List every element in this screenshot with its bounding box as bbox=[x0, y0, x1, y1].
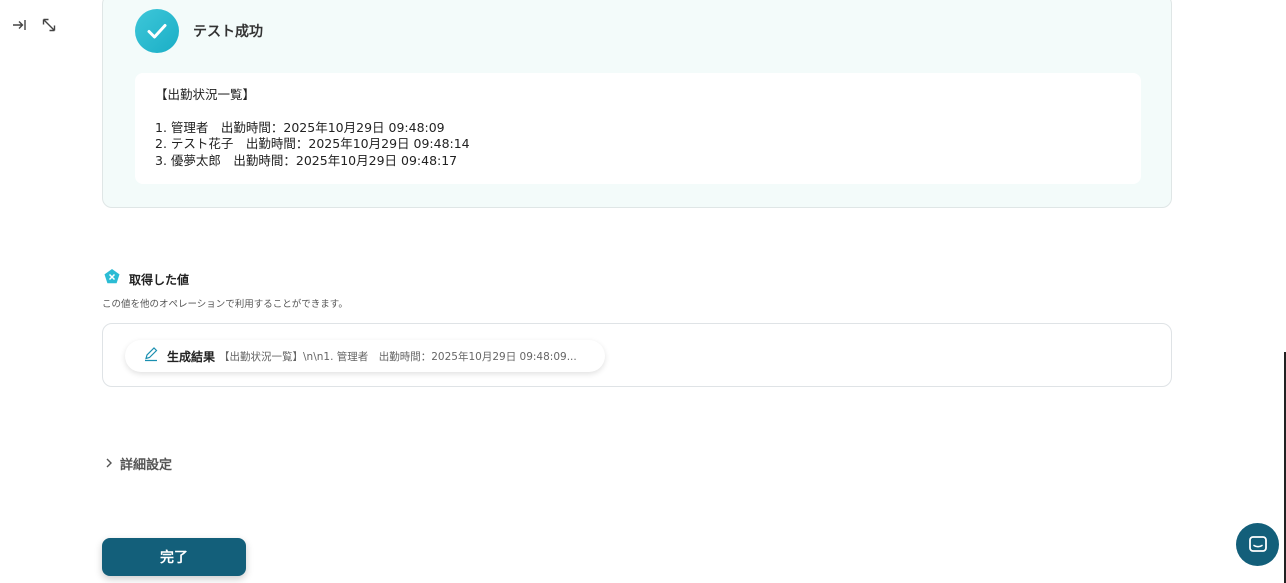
test-success-panel: テスト成功 【出勤状況一覧】 1. 管理者 出勤時間：2025年10月29日 0… bbox=[102, 0, 1172, 208]
value-chip-value: 【出勤状況一覧】\n\n1. 管理者 出勤時間：2025年10月29日 09:4… bbox=[219, 350, 577, 363]
top-toolbar bbox=[10, 16, 58, 34]
result-box: 【出勤状況一覧】 1. 管理者 出勤時間：2025年10月29日 09:48:0… bbox=[135, 73, 1141, 184]
pen-icon bbox=[143, 346, 159, 366]
value-chip[interactable]: 生成結果 【出勤状況一覧】\n\n1. 管理者 出勤時間：2025年10月29日… bbox=[125, 340, 605, 372]
result-line: 【出勤状況一覧】 bbox=[155, 87, 256, 102]
advanced-settings-toggle[interactable]: 詳細設定 bbox=[104, 454, 172, 473]
result-line: 2. テスト花子 出勤時間：2025年10月29日 09:48:14 bbox=[155, 136, 470, 151]
acquired-values-heading: 取得した値 bbox=[103, 268, 189, 290]
variable-icon bbox=[103, 268, 121, 290]
expand-icon[interactable] bbox=[40, 16, 58, 34]
success-title: テスト成功 bbox=[193, 24, 263, 40]
done-button[interactable]: 完了 bbox=[102, 538, 246, 576]
chevron-right-icon bbox=[104, 454, 114, 473]
acquired-values-box: 生成結果 【出勤状況一覧】\n\n1. 管理者 出勤時間：2025年10月29日… bbox=[102, 323, 1172, 387]
result-line: 1. 管理者 出勤時間：2025年10月29日 09:48:09 bbox=[155, 119, 445, 135]
value-chip-name: 生成結果 bbox=[167, 349, 216, 364]
collapse-right-icon[interactable] bbox=[10, 16, 28, 34]
success-header: テスト成功 bbox=[135, 9, 263, 53]
advanced-settings-label: 詳細設定 bbox=[120, 458, 173, 473]
check-icon bbox=[135, 9, 179, 53]
result-line: 3. 優夢太郎 出勤時間：2025年10月29日 09:48:17 bbox=[155, 152, 458, 168]
acquired-values-description: この値を他のオペレーションで利用することができます。 bbox=[102, 299, 348, 310]
acquired-values-title: 取得した値 bbox=[129, 272, 190, 287]
chat-icon[interactable] bbox=[1236, 523, 1279, 566]
